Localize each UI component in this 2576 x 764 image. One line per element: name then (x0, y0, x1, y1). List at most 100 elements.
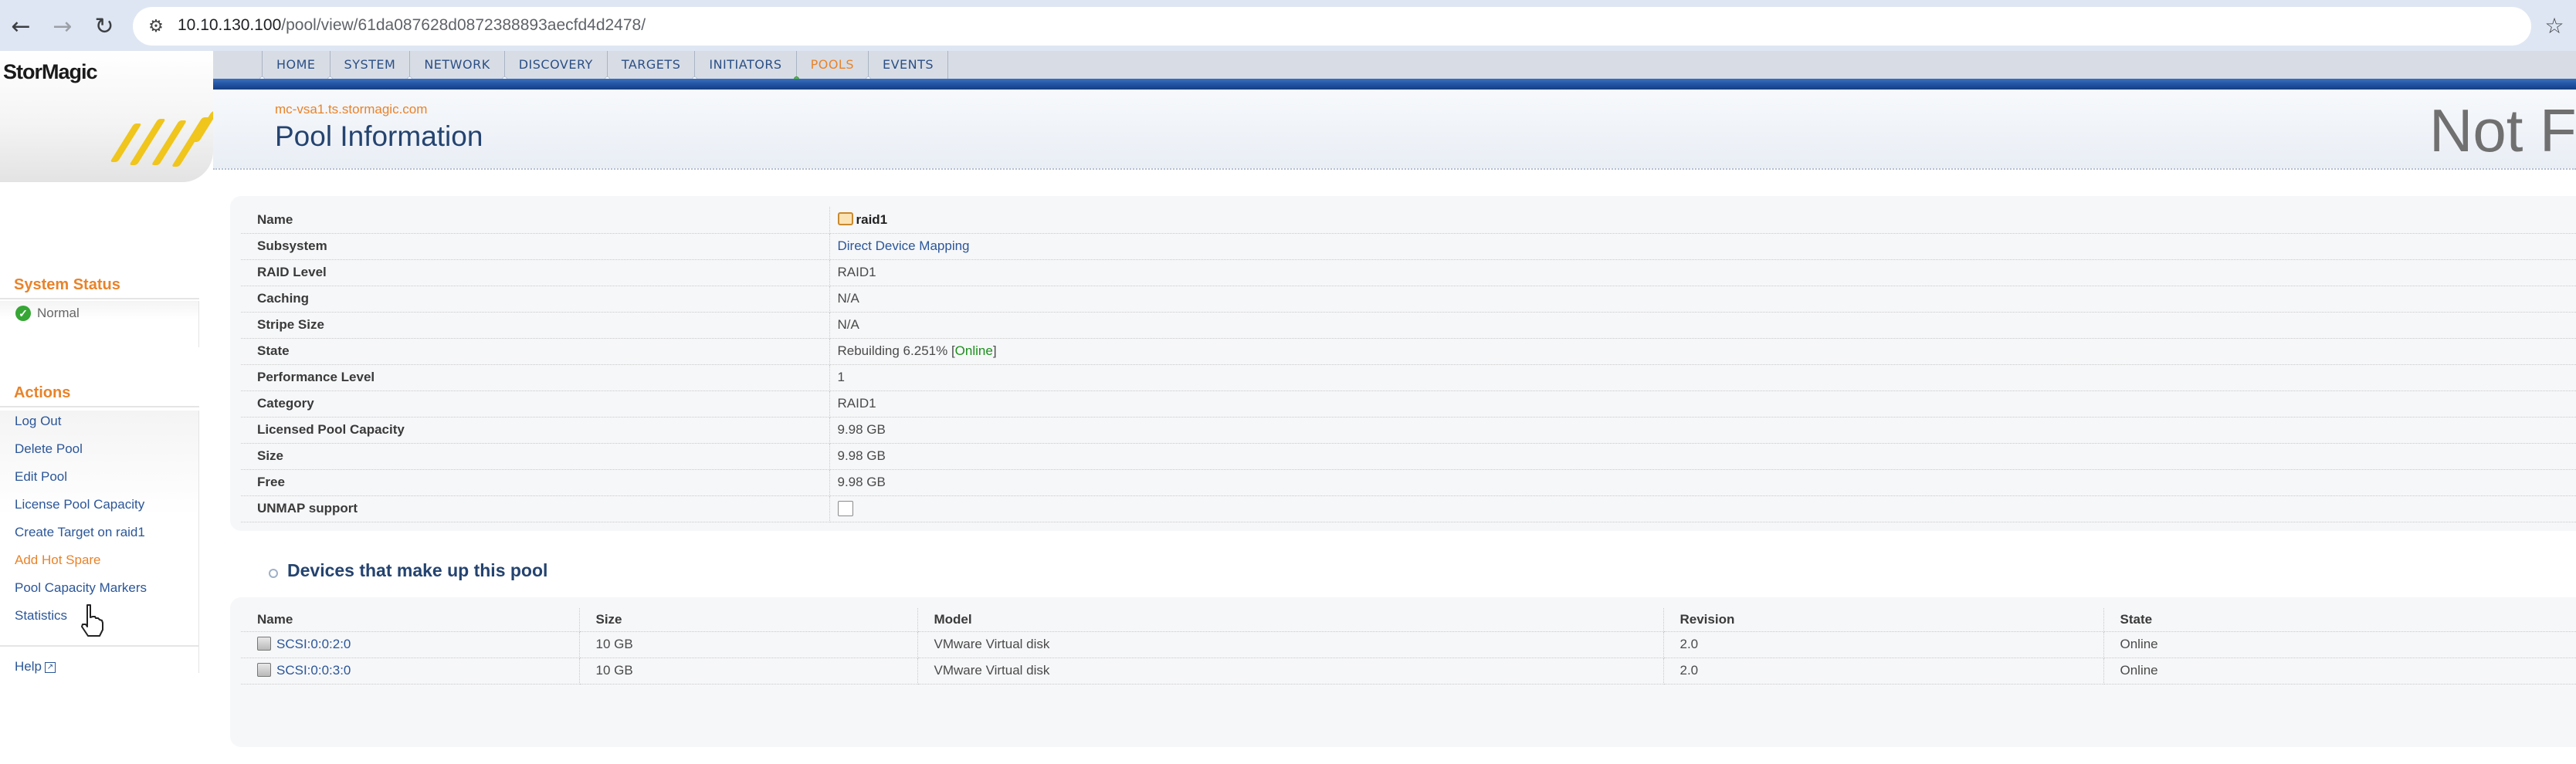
info-row-licensed-capacity: Licensed Pool Capacity 9.98 GB (241, 417, 2576, 444)
devices-panel: Name Size Model Revision State SCSI:0:0:… (230, 597, 2576, 747)
column-header-name[interactable]: Name (241, 608, 580, 632)
nav-menu: HOME SYSTEM NETWORK DISCOVERY TARGETS IN… (259, 51, 949, 82)
info-row-caching: Caching N/A (241, 286, 2576, 313)
pool-icon (837, 211, 853, 225)
label-licensed-capacity: Licensed Pool Capacity (241, 417, 830, 444)
label-stripe-size: Stripe Size (241, 312, 830, 339)
caching-value: N/A (829, 286, 2576, 313)
browser-toolbar: ← → ↻ ⚙ 10.10.130.100/pool/view/61da0876… (0, 0, 2576, 51)
device-link[interactable]: SCSI:0:0:3:0 (276, 663, 351, 678)
top-navigation: HOME SYSTEM NETWORK DISCOVERY TARGETS IN… (213, 51, 2576, 90)
bookmark-star-icon[interactable]: ☆ (2539, 10, 2570, 41)
action-license-pool-capacity[interactable]: License Pool Capacity (15, 497, 144, 512)
nav-item-initiators[interactable]: INITIATORS (692, 51, 797, 82)
reload-icon[interactable]: ↻ (86, 8, 122, 44)
unmap-checkbox[interactable] (837, 501, 853, 517)
devices-table: Name Size Model Revision State SCSI:0:0:… (241, 608, 2576, 685)
label-free: Free (241, 469, 830, 496)
action-statistics[interactable]: Statistics (15, 608, 67, 624)
help-link[interactable]: Help ↗ (15, 659, 56, 674)
device-revision: 2.0 (1663, 631, 2104, 658)
logo[interactable]: StorMagic (3, 60, 98, 84)
label-name: Name (241, 207, 830, 234)
nav-bar (213, 79, 2576, 90)
action-log-out[interactable]: Log Out (15, 414, 62, 429)
action-delete-pool[interactable]: Delete Pool (15, 441, 83, 457)
nav-item-home[interactable]: HOME (259, 51, 330, 82)
info-row-stripe-size: Stripe Size N/A (241, 312, 2576, 339)
nav-item-discovery[interactable]: DISCOVERY (501, 51, 608, 82)
page: StorMagic HOME SYSTEM NETWORK DISCOVERY … (0, 51, 2576, 764)
sidebar: System Status ✓ Normal Actions Log Out D… (0, 182, 213, 764)
column-header-revision[interactable]: Revision (1663, 608, 2104, 632)
info-row-free: Free 9.98 GB (241, 469, 2576, 496)
overlay-text: Not F (2429, 96, 2576, 164)
nav-item-network[interactable]: NETWORK (407, 51, 505, 82)
label-category: Category (241, 390, 830, 417)
host-name: mc-vsa1.ts.stormagic.com (275, 102, 428, 117)
raid-level-value: RAID1 (829, 259, 2576, 286)
back-arrow-icon[interactable]: ← (3, 8, 39, 44)
device-size: 10 GB (579, 631, 918, 658)
nav-item-pools[interactable]: POOLS (793, 51, 869, 82)
device-state: Online (2103, 658, 2576, 685)
device-state: Online (2103, 631, 2576, 658)
actions-heading: Actions (14, 384, 71, 401)
nav-item-targets[interactable]: TARGETS (604, 51, 696, 82)
state-online-badge: Online (954, 343, 993, 358)
info-row-name: Name raid1 (241, 207, 2576, 234)
devices-heading: Devices that make up this pool (287, 560, 548, 580)
table-row: SCSI:0:0:3:0 10 GB VMware Virtual disk 2… (241, 658, 2576, 685)
free-value: 9.98 GB (829, 469, 2576, 496)
subsystem-link[interactable]: Direct Device Mapping (838, 238, 970, 253)
device-revision: 2.0 (1663, 658, 2104, 685)
info-row-unmap: UNMAP support (241, 495, 2576, 522)
label-performance-level: Performance Level (241, 364, 830, 391)
system-status: ✓ Normal (15, 306, 80, 321)
device-model: VMware Virtual disk (917, 631, 1664, 658)
pool-name: raid1 (856, 211, 888, 227)
label-caching: Caching (241, 286, 830, 313)
label-unmap: UNMAP support (241, 495, 830, 522)
disk-icon (257, 663, 271, 677)
url-host: 10.10.130.100 (178, 16, 282, 34)
licensed-capacity-value: 9.98 GB (829, 417, 2576, 444)
label-raid-level: RAID Level (241, 259, 830, 286)
divider (0, 406, 199, 407)
url-text[interactable]: 10.10.130.100/pool/view/61da087628d08723… (178, 15, 646, 35)
site-info-icon[interactable]: ⚙ (144, 14, 168, 39)
info-row-raid-level: RAID Level RAID1 (241, 259, 2576, 286)
disk-icon (257, 637, 271, 651)
action-pool-capacity-markers[interactable]: Pool Capacity Markers (15, 580, 147, 596)
check-circle-icon: ✓ (15, 306, 31, 321)
size-value: 9.98 GB (829, 443, 2576, 470)
column-header-size[interactable]: Size (579, 608, 918, 632)
action-add-hot-spare[interactable]: Add Hot Spare (15, 553, 101, 568)
divider (0, 645, 199, 647)
performance-level-value: 1 (829, 364, 2576, 391)
status-value: Normal (37, 306, 80, 320)
divider (0, 298, 199, 299)
forward-arrow-icon[interactable]: → (45, 8, 80, 44)
page-header: mc-vsa1.ts.stormagic.com Pool Informatio… (213, 90, 2576, 170)
nav-item-events[interactable]: EVENTS (866, 51, 949, 82)
label-subsystem: Subsystem (241, 233, 830, 260)
page-title: Pool Information (275, 120, 483, 152)
nav-item-system[interactable]: SYSTEM (327, 51, 411, 82)
state-value: Rebuilding 6.251% [Online] (829, 338, 2576, 365)
table-row: SCSI:0:0:2:0 10 GB VMware Virtual disk 2… (241, 631, 2576, 658)
pool-info-table: Name raid1 Subsystem Direct Device Mappi… (241, 207, 2576, 522)
action-edit-pool[interactable]: Edit Pool (15, 469, 67, 485)
external-link-icon: ↗ (44, 661, 56, 673)
info-row-size: Size 9.98 GB (241, 443, 2576, 470)
logo-mark-icon (107, 111, 213, 171)
url-path: /pool/view/61da087628d0872388893aecfd4d2… (281, 16, 646, 34)
column-header-model[interactable]: Model (917, 608, 1664, 632)
pool-info-panel: Name raid1 Subsystem Direct Device Mappi… (230, 196, 2576, 531)
action-create-target[interactable]: Create Target on raid1 (15, 525, 145, 540)
column-header-state[interactable]: State (2103, 608, 2576, 632)
info-row-performance-level: Performance Level 1 (241, 364, 2576, 391)
label-state: State (241, 338, 830, 365)
device-link[interactable]: SCSI:0:0:2:0 (276, 637, 351, 651)
category-value: RAID1 (829, 390, 2576, 417)
